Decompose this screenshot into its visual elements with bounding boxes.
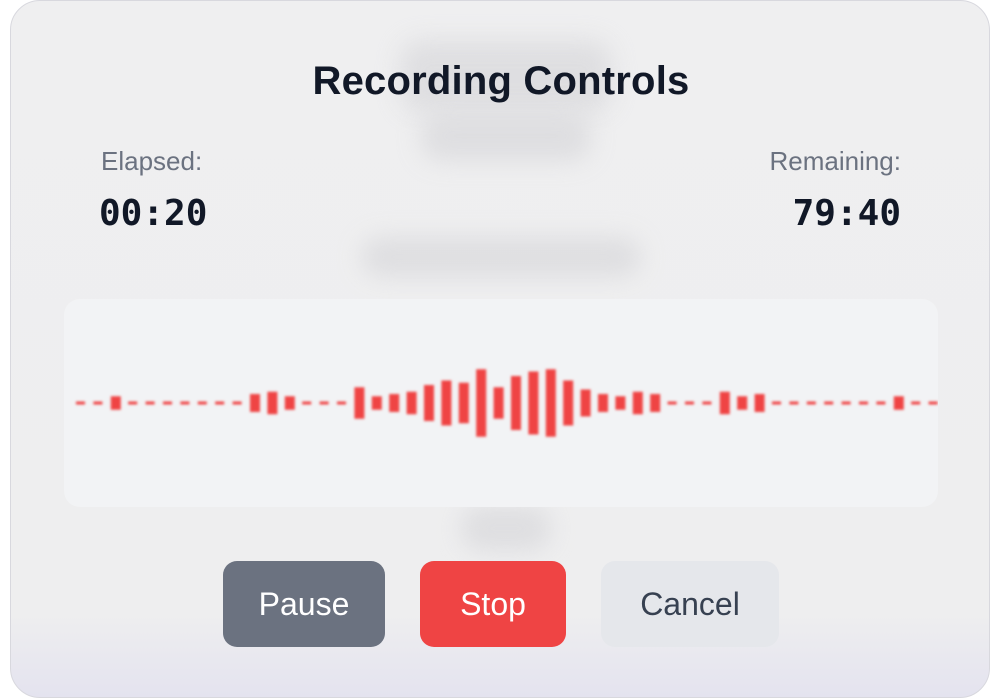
waveform-baseline-dash (789, 401, 799, 405)
waveform-bar (528, 371, 539, 435)
waveform-bar (511, 376, 521, 430)
waveform-baseline-dash (685, 401, 694, 405)
waveform-baseline-dash (911, 401, 921, 405)
pause-button[interactable]: Pause (223, 561, 385, 647)
recording-dialog: Recording Controls Elapsed: 00:20 Remain… (10, 0, 990, 698)
waveform-bar (389, 394, 400, 412)
waveform-bar (476, 369, 487, 437)
waveform-baseline-dash (928, 401, 938, 405)
background-blur-shape (461, 506, 551, 551)
waveform-baseline-dash (215, 401, 225, 405)
waveform-panel (64, 299, 938, 507)
waveform-visualization (76, 369, 938, 437)
background-blur-shape (421, 111, 591, 161)
waveform-baseline-dash (93, 401, 103, 405)
waveform-baseline-dash (128, 401, 138, 405)
waveform-baseline-dash (841, 401, 851, 405)
waveform-baseline-dash (319, 401, 329, 405)
cancel-button[interactable]: Cancel (601, 561, 779, 647)
waveform-bar (406, 391, 417, 415)
waveform-bar (650, 394, 661, 412)
remaining-time: 79:40 (792, 193, 901, 234)
waveform-baseline-dash (163, 401, 172, 405)
remaining-label: Remaining: (769, 146, 901, 176)
waveform-baseline-dash (824, 401, 834, 405)
waveform-bar (632, 391, 643, 415)
waveform-bar (354, 387, 365, 419)
waveform-bar (250, 394, 260, 412)
waveform-bar (580, 389, 591, 417)
waveform-baseline-dash (772, 401, 781, 405)
waveform-bar (754, 394, 765, 412)
waveform-bar (441, 380, 452, 426)
waveform-bar (545, 369, 556, 437)
waveform-baseline-dash (76, 401, 85, 405)
dialog-title: Recording Controls (312, 59, 690, 103)
waveform-bar (598, 394, 608, 412)
waveform-bar (458, 382, 469, 424)
waveform-bar (737, 396, 748, 410)
waveform-bar (615, 396, 626, 410)
waveform-baseline-dash (232, 401, 242, 405)
waveform-baseline-dash (180, 401, 190, 405)
waveform-baseline-dash (702, 401, 712, 405)
waveform-bar (110, 396, 121, 410)
waveform-bar (893, 396, 904, 410)
waveform-baseline-dash (145, 401, 155, 405)
waveform-baseline-dash (876, 401, 886, 405)
waveform-baseline-dash (806, 401, 816, 405)
waveform-bar (267, 391, 278, 415)
waveform-baseline-dash (302, 401, 312, 405)
waveform-bar (719, 391, 730, 415)
waveform-bar (424, 385, 434, 421)
waveform-baseline-dash (667, 401, 677, 405)
waveform-bar (284, 396, 295, 410)
waveform-bar (493, 387, 504, 419)
stop-button[interactable]: Stop (420, 561, 566, 647)
elapsed-time: 00:20 (99, 193, 208, 234)
waveform-baseline-dash (197, 401, 207, 405)
elapsed-label: Elapsed: (101, 146, 203, 176)
waveform-bar (371, 396, 382, 410)
waveform-baseline-dash (859, 401, 868, 405)
waveform-bar (563, 380, 574, 426)
background-blur-shape (361, 237, 641, 277)
waveform-baseline-dash (337, 401, 346, 405)
